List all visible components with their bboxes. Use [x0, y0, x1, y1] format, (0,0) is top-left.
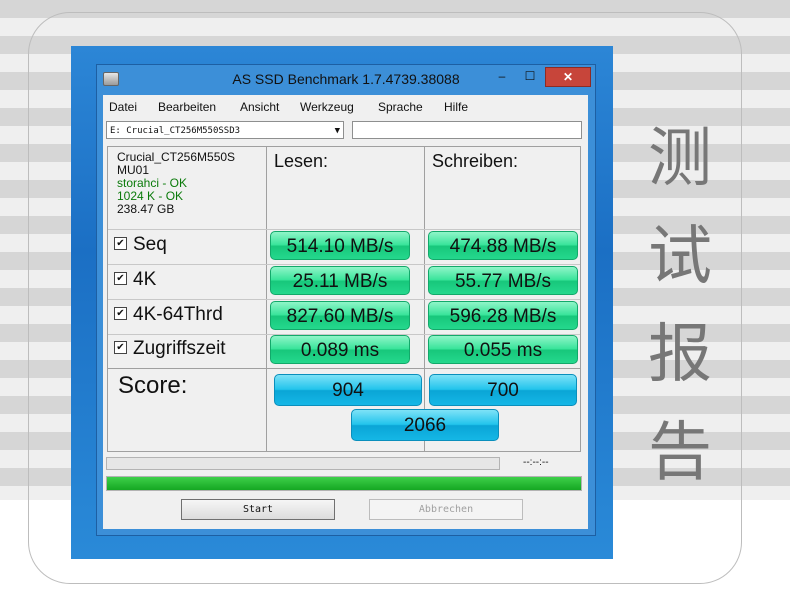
- seq-read-result: 514.10 MB/s: [270, 231, 410, 260]
- seq-write-result: 474.88 MB/s: [428, 231, 578, 260]
- client-area: Datei Bearbeiten Ansicht Werkzeug Sprach…: [103, 95, 588, 529]
- menu-bar: Datei Bearbeiten Ansicht Werkzeug Sprach…: [103, 97, 588, 117]
- test-row-4k-64thrd[interactable]: ✔ 4K-64Thrd: [114, 304, 223, 326]
- app-window: AS SSD Benchmark 1.7.4739.38088 – ☐ ✕ Da…: [96, 64, 596, 536]
- close-button[interactable]: ✕: [545, 67, 591, 87]
- grid-divider: [108, 368, 580, 369]
- checkbox-4k-64thrd[interactable]: ✔: [114, 306, 127, 320]
- side-caption-char: 试: [648, 220, 712, 294]
- write-column-header: Schreiben:: [432, 151, 519, 171]
- title-bar[interactable]: AS SSD Benchmark 1.7.4739.38088 – ☐ ✕: [97, 65, 595, 95]
- checkbox-4k[interactable]: ✔: [114, 271, 127, 285]
- access-time-read-result: 0.089 ms: [270, 335, 410, 364]
- side-caption-char: 测: [648, 122, 712, 196]
- side-caption: 测 试 报 告: [640, 110, 720, 502]
- side-caption-char: 告: [648, 416, 712, 490]
- read-column-header: Lesen:: [274, 151, 329, 171]
- drive-select-value: E: Crucial_CT256M550SSD3: [110, 126, 241, 136]
- grid-divider: [108, 264, 580, 265]
- test-label: Seq: [133, 234, 167, 255]
- test-label: 4K-64Thrd: [133, 304, 223, 325]
- test-label: 4K: [133, 269, 157, 290]
- chevron-down-icon[interactable]: ▼: [335, 122, 340, 140]
- test-label: Zugriffszeit: [133, 338, 226, 359]
- test-row-4k[interactable]: ✔ 4K: [114, 269, 156, 291]
- 4k-read-result: 25.11 MB/s: [270, 266, 410, 295]
- checkbox-seq[interactable]: ✔: [114, 236, 127, 250]
- test-row-access-time[interactable]: ✔ Zugriffszeit: [114, 338, 226, 360]
- test-row-seq[interactable]: ✔ Seq: [114, 234, 167, 256]
- abort-button[interactable]: Abbrechen: [369, 499, 523, 520]
- grid-divider: [108, 229, 580, 230]
- menu-bearbeiten[interactable]: Bearbeiten: [158, 100, 216, 114]
- menu-sprache[interactable]: Sprache: [378, 100, 423, 114]
- drive-select[interactable]: E: Crucial_CT256M550SSD3 ▼: [106, 121, 344, 139]
- results-grid: Crucial_CT256M550S MU01 storahci - OK 10…: [107, 146, 581, 452]
- total-score: 2066: [351, 409, 499, 441]
- elapsed-time: --:--:--: [523, 457, 549, 468]
- menu-datei[interactable]: Datei: [109, 100, 137, 114]
- 4k-64thrd-write-result: 596.28 MB/s: [428, 301, 578, 330]
- drive-info: Crucial_CT256M550S MU01 storahci - OK 10…: [117, 151, 235, 216]
- access-time-write-result: 0.055 ms: [428, 335, 578, 364]
- test-progress-bar: [106, 457, 500, 470]
- score-label: Score:: [118, 372, 188, 399]
- menu-ansicht[interactable]: Ansicht: [240, 100, 279, 114]
- 4k-64thrd-read-result: 827.60 MB/s: [270, 301, 410, 330]
- minimize-button[interactable]: –: [489, 67, 515, 85]
- write-score: 700: [429, 374, 577, 406]
- side-caption-char: 报: [648, 318, 712, 392]
- grid-divider: [108, 299, 580, 300]
- read-score: 904: [274, 374, 422, 406]
- drive-capacity: 238.47 GB: [117, 202, 175, 216]
- menu-hilfe[interactable]: Hilfe: [444, 100, 468, 114]
- drive-path-field[interactable]: [352, 121, 582, 139]
- 4k-write-result: 55.77 MB/s: [428, 266, 578, 295]
- overall-progress-fill: [107, 477, 581, 490]
- maximize-button[interactable]: ☐: [517, 67, 543, 85]
- start-button[interactable]: Start: [181, 499, 335, 520]
- checkbox-access-time[interactable]: ✔: [114, 340, 127, 354]
- overall-progress-bar: [106, 476, 582, 491]
- menu-werkzeug[interactable]: Werkzeug: [300, 100, 354, 114]
